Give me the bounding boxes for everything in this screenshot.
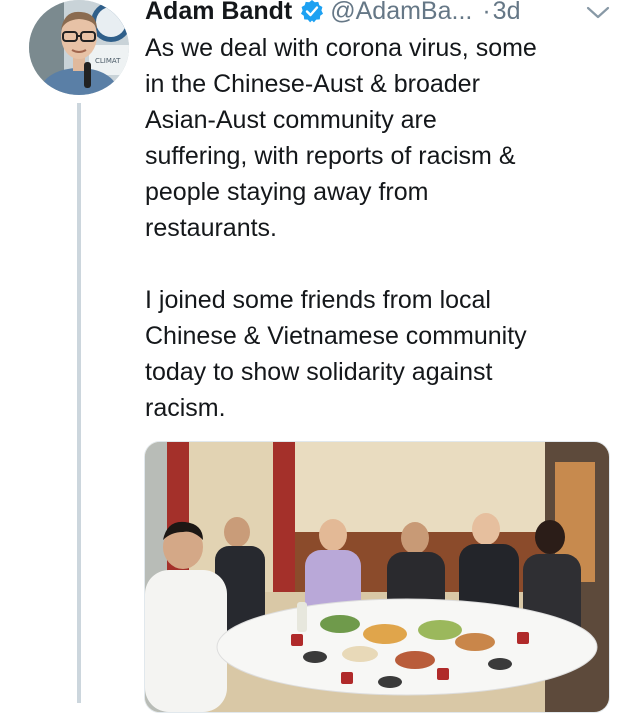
tweet-paragraph: As we deal with corona virus, some in th… (145, 34, 537, 242)
thread-connector-line (77, 103, 81, 703)
restaurant-photo (145, 442, 609, 712)
author-name[interactable]: Adam Bandt (145, 0, 292, 26)
avatar-photo: CLIMAT (29, 0, 129, 95)
tweet-header: Adam Bandt @AdamBa... · 3d (145, 0, 625, 28)
chevron-down-icon[interactable] (585, 4, 611, 22)
tweet-timestamp[interactable]: 3d (493, 0, 521, 26)
avatar-sign-text: CLIMAT (95, 57, 121, 65)
author-handle[interactable]: @AdamBa... (330, 0, 472, 26)
tweet-text: As we deal with corona virus, some in th… (145, 30, 615, 426)
verified-badge-icon (300, 0, 324, 23)
avatar[interactable]: CLIMAT (29, 0, 129, 95)
tweet-paragraph: I joined some friends from local Chinese… (145, 286, 527, 422)
separator-dot: · (482, 0, 491, 25)
tweet-photo[interactable] (144, 441, 610, 713)
